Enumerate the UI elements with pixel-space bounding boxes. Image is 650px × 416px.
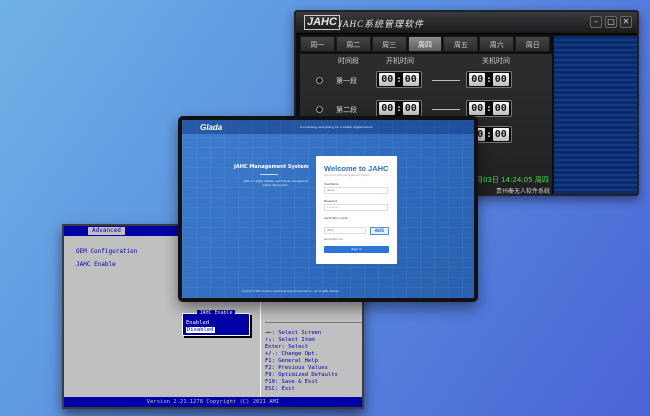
verification-label: Verification Code xyxy=(324,216,348,220)
status-footer: 贵州秦无人软件系统 xyxy=(496,188,551,195)
password-field[interactable]: •••••••• xyxy=(324,204,388,211)
tagline: Connecting everything for a better digit… xyxy=(300,125,373,129)
password-label: Password xyxy=(324,199,338,203)
power-off-header: 关机时间 xyxy=(482,57,510,65)
range-dash xyxy=(432,109,460,110)
welcome-title: Welcome to JAHC xyxy=(324,164,389,173)
period-2-off-time[interactable]: 00:00 xyxy=(466,100,512,117)
top-bar: Glada Connecting everything for a better… xyxy=(182,120,474,134)
jahc-logo: JAHC xyxy=(304,15,340,30)
login-card: Welcome to JAHC Sign in to JAHC Manageme… xyxy=(316,156,397,264)
key-help: F10: Save & Exit xyxy=(265,379,318,385)
status-clock: 月03日 14:24:05 周四 xyxy=(476,175,549,185)
glada-logo: Glada xyxy=(200,123,223,132)
period-header: 时间段 xyxy=(338,57,359,65)
key-help: ESC: Exit xyxy=(265,386,295,392)
period-1-radio[interactable] xyxy=(316,77,323,84)
jahc-enable-item[interactable]: JAHC Enable xyxy=(76,261,116,268)
left-panel-text: JAHC is a highly reliable, user-friendly… xyxy=(243,180,309,187)
app-title: JAHC系统管理软件 xyxy=(338,19,424,29)
captcha-image[interactable]: H0D5 xyxy=(370,227,389,235)
range-dash xyxy=(432,80,460,81)
key-help: F1: General Help xyxy=(265,358,318,364)
hour-digits: 00 xyxy=(379,102,396,115)
tab-sunday[interactable]: 周日 xyxy=(515,36,551,52)
username-label: UserName xyxy=(324,182,339,186)
status-day: 周四 xyxy=(534,176,549,184)
period-1-off-time[interactable]: 00:00 xyxy=(466,71,512,88)
username-field[interactable]: admin xyxy=(324,187,388,194)
tab-wednesday[interactable]: 周三 xyxy=(371,36,407,52)
welcome-subtitle: Sign in to JAHC Management System xyxy=(324,174,371,177)
hour-digits: 00 xyxy=(469,102,486,115)
key-help: F2: Previous Values xyxy=(265,365,328,371)
power-on-header: 开机时间 xyxy=(386,57,414,65)
title-bar: JAHC JAHC系统管理软件 – □ ✕ xyxy=(296,12,637,34)
tab-thursday[interactable]: 周四 xyxy=(407,36,443,52)
period-1-label: 第一段 xyxy=(336,77,357,85)
verification-field[interactable]: 0026 xyxy=(324,227,366,234)
jahc-enable-popup: JAHC Enable Enabled Disabled xyxy=(182,310,250,336)
minute-digits: 00 xyxy=(492,128,509,141)
minute-digits: 00 xyxy=(492,73,509,86)
period-2-on-time[interactable]: 00:00 xyxy=(376,100,422,117)
hour-digits: 00 xyxy=(469,73,486,86)
minute-digits: 00 xyxy=(402,102,419,115)
hour-digits: 00 xyxy=(379,73,396,86)
tab-tuesday[interactable]: 周二 xyxy=(335,36,371,52)
option-enabled[interactable]: Enabled xyxy=(186,320,209,326)
status-date: 月03日 xyxy=(476,176,499,184)
copyright-text: Copyright ©2021 Shenzhen Glada Technolog… xyxy=(242,290,340,293)
close-button[interactable]: ✕ xyxy=(620,16,632,28)
monitor-frame: Glada Connecting everything for a better… xyxy=(178,116,478,302)
key-help: +/-: Change Opt. xyxy=(265,351,318,357)
key-help: →←: Select Screen xyxy=(265,330,322,336)
left-panel-divider xyxy=(260,174,278,175)
login-screen: Glada Connecting everything for a better… xyxy=(182,120,474,298)
minute-digits: 00 xyxy=(402,73,419,86)
remember-me-checkbox[interactable]: Remember me xyxy=(324,238,343,241)
tab-advanced[interactable]: Advanced xyxy=(88,227,125,235)
bios-footer: Version 2.21.1278 Copyright (C) 2021 AMI xyxy=(64,397,362,407)
key-help: Enter: Select xyxy=(265,344,309,350)
key-help: F9: Optimized Defaults xyxy=(265,372,338,378)
minute-digits: 00 xyxy=(492,102,509,115)
decorative-side-panel xyxy=(554,36,637,194)
section-title: OEM Configuration xyxy=(76,248,138,255)
tab-saturday[interactable]: 周六 xyxy=(479,36,515,52)
key-help: ↑↓: Select Item xyxy=(265,337,315,343)
period-2-label: 第二段 xyxy=(336,106,357,114)
weekday-tabs: 周一 周二 周三 周四 周五 周六 周日 xyxy=(300,36,551,52)
tab-monday[interactable]: 周一 xyxy=(300,36,335,52)
minimize-button[interactable]: – xyxy=(590,16,602,28)
left-panel-title: JAHC Management System xyxy=(234,164,309,170)
help-divider xyxy=(265,322,362,323)
period-2-radio[interactable] xyxy=(316,106,323,113)
popup-title: JAHC Enable xyxy=(197,310,235,316)
maximize-button[interactable]: □ xyxy=(605,16,617,28)
period-1-on-time[interactable]: 00:00 xyxy=(376,71,422,88)
sign-in-button[interactable]: Sign in xyxy=(324,246,389,253)
status-time: 14:24:05 xyxy=(501,176,533,184)
option-disabled[interactable]: Disabled xyxy=(186,327,215,333)
tab-friday[interactable]: 周五 xyxy=(443,36,479,52)
